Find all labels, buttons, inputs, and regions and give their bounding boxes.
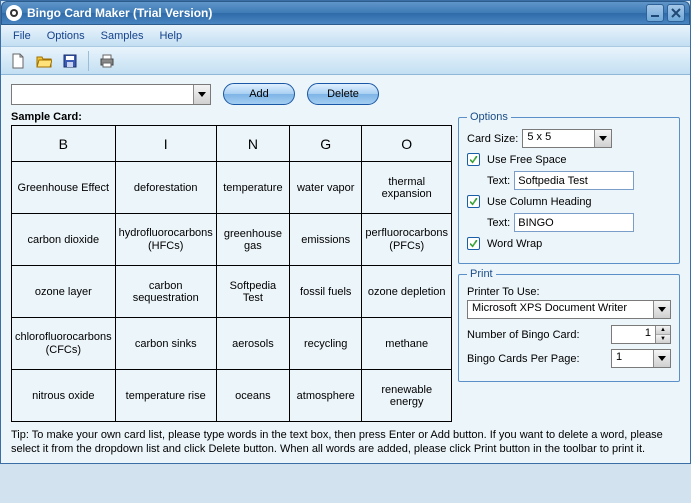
window-title: Bingo Card Maker (Trial Version): [27, 6, 646, 20]
card-row: Greenhouse Effectdeforestationtemperatur…: [12, 162, 452, 214]
main-columns: Sample Card: BINGO Greenhouse Effectdefo…: [11, 111, 680, 422]
num-cards-up[interactable]: ▲: [656, 326, 670, 335]
menu-help[interactable]: Help: [151, 28, 190, 44]
card-header-0: B: [12, 126, 116, 162]
titlebar: Bingo Card Maker (Trial Version): [1, 1, 690, 25]
cards-per-page-label: Bingo Cards Per Page:: [467, 353, 580, 365]
card-cell: Softpedia Test: [216, 266, 289, 318]
card-cell: recycling: [290, 318, 362, 370]
card-header-2: N: [216, 126, 289, 162]
use-free-space-checkbox[interactable]: [467, 153, 480, 166]
card-cell: atmosphere: [290, 370, 362, 422]
content-area: Add Delete Sample Card: BINGO Greenhouse…: [1, 75, 690, 463]
word-input[interactable]: [12, 85, 193, 104]
menu-file[interactable]: File: [5, 28, 39, 44]
free-space-text-input[interactable]: [514, 171, 634, 190]
word-wrap-checkbox[interactable]: [467, 237, 480, 250]
card-cell: greenhouse gas: [216, 214, 289, 266]
app-window: Bingo Card Maker (Trial Version) File Op…: [0, 0, 691, 464]
cards-per-page-value: 1: [612, 350, 653, 367]
printer-label: Printer To Use:: [467, 286, 540, 298]
card-row: carbon dioxidehydrofluorocarbons (HFCs)g…: [12, 214, 452, 266]
card-cell: deforestation: [115, 162, 216, 214]
card-preview-column: Sample Card: BINGO Greenhouse Effectdefo…: [11, 111, 452, 422]
card-row: nitrous oxidetemperature riseoceansatmos…: [12, 370, 452, 422]
print-icon[interactable]: [96, 50, 118, 72]
use-column-heading-label: Use Column Heading: [487, 196, 592, 208]
use-free-space-label: Use Free Space: [487, 154, 566, 166]
free-space-text-label: Text:: [487, 175, 510, 187]
card-header-3: G: [290, 126, 362, 162]
card-cell: water vapor: [290, 162, 362, 214]
card-cell: aerosols: [216, 318, 289, 370]
add-button[interactable]: Add: [223, 83, 295, 105]
card-cell: emissions: [290, 214, 362, 266]
card-cell: fossil fuels: [290, 266, 362, 318]
menu-options[interactable]: Options: [39, 28, 93, 44]
card-cell: nitrous oxide: [12, 370, 116, 422]
print-legend: Print: [467, 268, 496, 280]
printer-value: Microsoft XPS Document Writer: [468, 301, 653, 318]
num-cards-down[interactable]: ▼: [656, 335, 670, 343]
toolbar-separator: [88, 51, 89, 71]
options-legend: Options: [467, 111, 511, 123]
num-cards-label: Number of Bingo Card:: [467, 329, 580, 341]
card-size-value: 5 x 5: [523, 130, 594, 147]
bingo-card-table: BINGO Greenhouse Effectdeforestationtemp…: [11, 125, 452, 422]
right-column: Options Card Size: 5 x 5 Use Free Space …: [458, 111, 680, 382]
card-cell: Greenhouse Effect: [12, 162, 116, 214]
num-cards-value: 1: [612, 326, 655, 343]
word-input-row: Add Delete: [11, 83, 680, 105]
card-header-1: I: [115, 126, 216, 162]
column-heading-text-input[interactable]: [514, 213, 634, 232]
window-controls: [646, 4, 685, 22]
card-cell: carbon sequestration: [115, 266, 216, 318]
card-cell: carbon sinks: [115, 318, 216, 370]
menu-samples[interactable]: Samples: [93, 28, 152, 44]
app-icon: [6, 5, 22, 21]
open-file-icon[interactable]: [33, 50, 55, 72]
card-cell: ozone depletion: [362, 266, 452, 318]
menubar: File Options Samples Help: [1, 25, 690, 47]
card-header-4: O: [362, 126, 452, 162]
card-size-label: Card Size:: [467, 133, 518, 145]
card-cell: temperature: [216, 162, 289, 214]
print-group: Print Printer To Use: Microsoft XPS Docu…: [458, 268, 680, 382]
sample-card-label: Sample Card:: [11, 111, 452, 123]
card-cell: chlorofluorocarbons (CFCs): [12, 318, 116, 370]
card-cell: ozone layer: [12, 266, 116, 318]
word-combobox[interactable]: [11, 84, 211, 105]
save-icon[interactable]: [59, 50, 81, 72]
cards-per-page-select[interactable]: 1: [611, 349, 671, 368]
minimize-button[interactable]: [646, 4, 664, 22]
cards-per-page-dropdown-button[interactable]: [653, 350, 670, 367]
card-cell: temperature rise: [115, 370, 216, 422]
card-row: chlorofluorocarbons (CFCs)carbon sinksae…: [12, 318, 452, 370]
card-cell: methane: [362, 318, 452, 370]
card-cell: carbon dioxide: [12, 214, 116, 266]
options-group: Options Card Size: 5 x 5 Use Free Space …: [458, 111, 680, 264]
card-cell: perfluorocarbons (PFCs): [362, 214, 452, 266]
card-cell: renewable energy: [362, 370, 452, 422]
word-wrap-label: Word Wrap: [487, 238, 542, 250]
card-cell: oceans: [216, 370, 289, 422]
tip-text: Tip: To make your own card list, please …: [11, 428, 680, 457]
card-cell: hydrofluorocarbons (HFCs): [115, 214, 216, 266]
column-heading-text-label: Text:: [487, 217, 510, 229]
use-column-heading-checkbox[interactable]: [467, 195, 480, 208]
word-dropdown-button[interactable]: [193, 85, 210, 104]
card-cell: thermal expansion: [362, 162, 452, 214]
card-size-dropdown-button[interactable]: [594, 130, 611, 147]
new-file-icon[interactable]: [7, 50, 29, 72]
printer-dropdown-button[interactable]: [653, 301, 670, 318]
card-row: ozone layercarbon sequestrationSoftpedia…: [12, 266, 452, 318]
num-cards-spinner[interactable]: 1 ▲▼: [611, 325, 671, 344]
card-size-select[interactable]: 5 x 5: [522, 129, 612, 148]
printer-select[interactable]: Microsoft XPS Document Writer: [467, 300, 671, 319]
close-button[interactable]: [667, 4, 685, 22]
toolbar: [1, 47, 690, 75]
delete-button[interactable]: Delete: [307, 83, 379, 105]
